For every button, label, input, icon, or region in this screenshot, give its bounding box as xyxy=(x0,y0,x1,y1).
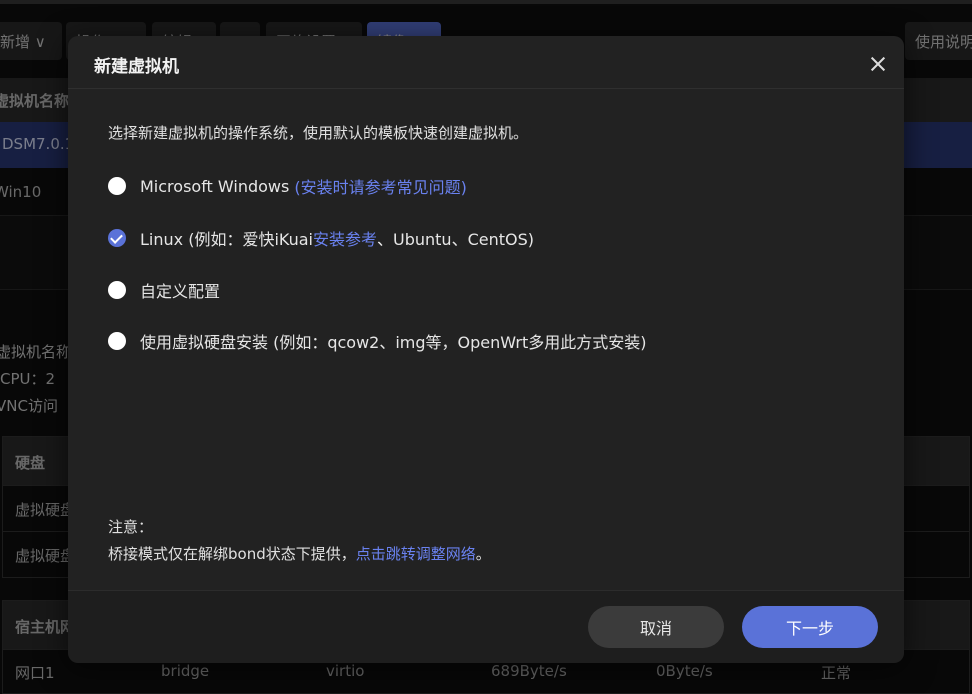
dialog-header: 新建虚拟机 xyxy=(68,36,904,89)
next-label: 下一步 xyxy=(785,619,834,638)
dialog-title: 新建虚拟机 xyxy=(94,57,179,77)
install-guide-link[interactable]: 安装参考 xyxy=(313,226,377,250)
radio-virtual-disk[interactable] xyxy=(108,332,126,350)
note-body: 桥接模式仅在解绑bond状态下提供， xyxy=(108,545,356,563)
radio-custom[interactable] xyxy=(108,281,126,299)
dialog-footer: 取消 下一步 xyxy=(68,590,904,663)
cancel-label: 取消 xyxy=(639,619,672,638)
option-label-suffix: 、Ubuntu、CentOS) xyxy=(377,230,534,249)
os-option-windows[interactable]: Microsoft Windows (安装时请参考常见问题) xyxy=(108,174,467,198)
new-vm-dialog: 新建虚拟机 选择新建虚拟机的操作系统，使用默认的模板快速创建虚拟机。 Micro… xyxy=(68,36,904,663)
note-title: 注意： xyxy=(108,518,154,536)
note-text: 桥接模式仅在解绑bond状态下提供，点击跳转调整网络。 xyxy=(108,543,491,564)
cancel-button[interactable]: 取消 xyxy=(588,606,724,648)
adjust-network-link[interactable]: 点击跳转调整网络 xyxy=(356,545,476,563)
option-label: 自定义配置 xyxy=(140,282,221,301)
note-end: 。 xyxy=(475,545,491,563)
option-label: 使用虚拟硬盘安装 (例如：qcow2、img等，OpenWrt多用此方式安装) xyxy=(140,333,647,352)
os-option-linux[interactable]: Linux (例如：爱快iKuai 安装参考 、Ubuntu、CentOS) xyxy=(108,226,534,250)
os-option-custom[interactable]: 自定义配置 xyxy=(108,278,220,302)
option-label: Linux (例如：爱快iKuai xyxy=(140,230,313,249)
radio-linux-checked[interactable] xyxy=(108,229,126,247)
close-icon[interactable] xyxy=(866,52,890,76)
dialog-intro-text: 选择新建虚拟机的操作系统，使用默认的模板快速创建虚拟机。 xyxy=(108,124,529,142)
os-option-virtual-disk[interactable]: 使用虚拟硬盘安装 (例如：qcow2、img等，OpenWrt多用此方式安装) xyxy=(108,329,646,353)
option-label: Microsoft Windows xyxy=(140,176,290,196)
radio-windows[interactable] xyxy=(108,177,126,195)
windows-faq-link[interactable]: (安装时请参考常见问题) xyxy=(294,174,467,198)
next-step-button[interactable]: 下一步 xyxy=(742,606,878,648)
